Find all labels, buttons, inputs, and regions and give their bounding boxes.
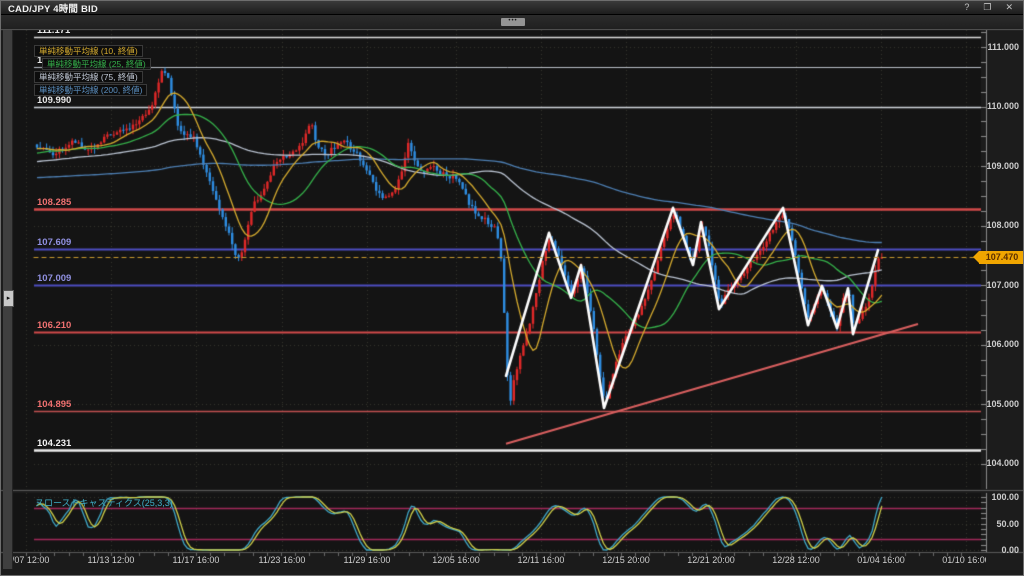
price-level-label[interactable]: 104.231 [37,438,71,449]
legend-sma-75[interactable]: 単純移動平均線 (75, 終値) [34,71,143,83]
legend-sma-25-label: 単純移動平均線 (25, 終値) [47,59,146,69]
stoch-axis-label: 0.00 [949,545,1019,555]
price-axis-label: 107.000 [949,280,1019,290]
window-controls: ? ❐ ✕ [964,1,1023,14]
legend-sma-200[interactable]: 単純移動平均線 (200, 終値) [34,84,147,96]
price-level-label[interactable]: 108.285 [37,197,71,208]
stoch-axis-label: 50.00 [949,519,1019,529]
help-icon[interactable]: ? [964,1,969,14]
close-icon[interactable]: ✕ [1005,1,1013,14]
price-level-label[interactable]: 109.990 [37,95,71,106]
price-level-label[interactable]: 104.895 [37,399,71,410]
legend-sma-75-label: 単純移動平均線 (75, 終値) [39,72,138,82]
time-axis: 11/07 12:00 11/13 12:00 11/17 16:00 11/23 1… [13,553,986,569]
panel-expand-button[interactable]: ▸ [3,290,14,307]
price-axis-label: 108.000 [949,220,1019,230]
time-axis-label: 11/07 12:00 [13,555,66,565]
price-axis-label: 111.000 [949,42,1019,52]
title-bar: CAD/JPY 4時間 BID ? ❐ ✕ [1,1,1023,15]
chart-canvas[interactable] [1,1,1024,576]
price-level-label[interactable]: 107.009 [37,273,71,284]
trading-app-window: CAD/JPY 4時間 BID ? ❐ ✕ ••• ▸ 単純移動平均線 (10,… [0,0,1024,576]
time-axis-label: 12/28 12:00 [756,555,836,565]
toolbar-collapse-button[interactable]: ••• [501,18,525,26]
price-axis-label: 109.000 [949,161,1019,171]
time-axis-label: 11/29 16:00 [327,555,407,565]
window-title: CAD/JPY 4時間 BID [1,1,98,15]
legend-sma-10-label: 単純移動平均線 (10, 終値) [39,46,138,56]
time-axis-label: 11/23 16:00 [242,555,322,565]
time-axis-label: 12/15 20:00 [586,555,666,565]
time-axis-label: 12/11 16:00 [501,555,581,565]
time-axis-label: 11/17 16:00 [156,555,236,565]
stoch-axis-label: 100.00 [949,492,1019,502]
stochastic-indicator-label[interactable]: スローストキャスティクス(25,3,3) [35,496,173,509]
price-axis-label: 106.000 [949,339,1019,349]
price-axis-label: 110.000 [949,101,1019,111]
maximize-icon[interactable]: ❐ [983,1,991,14]
legend-sma-200-label: 単純移動平均線 (200, 終値) [39,85,142,95]
time-axis-label: 12/05 16:00 [416,555,496,565]
price-level-label[interactable]: 107.609 [37,237,71,248]
time-axis-label: 12/21 20:00 [671,555,751,565]
time-axis-label: 01/10 16:00 [926,555,986,565]
price-axis-label: 105.000 [949,399,1019,409]
price-level-label[interactable]: 106.210 [37,320,71,331]
time-axis-label: 11/13 12:00 [71,555,151,565]
current-price-badge: 107.470 [979,251,1024,264]
legend-sma-10[interactable]: 単純移動平均線 (10, 終値) [34,45,143,57]
price-axis-label: 104.000 [949,458,1019,468]
legend-sma-25[interactable]: 単純移動平均線 (25, 終値) [42,58,151,70]
time-axis-label: 01/04 16:00 [841,555,921,565]
